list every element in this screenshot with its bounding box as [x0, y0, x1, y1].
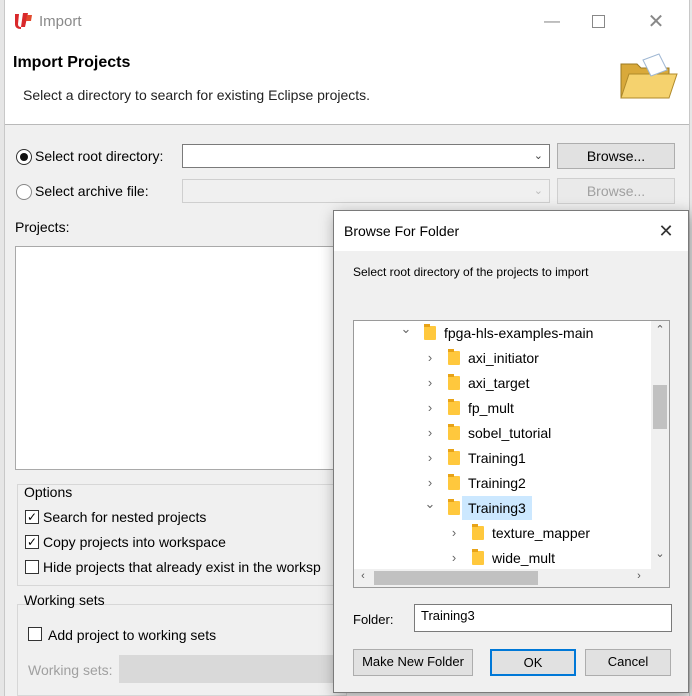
chevron-right-icon[interactable]: › — [424, 346, 436, 370]
archive-file-radio[interactable] — [16, 184, 32, 200]
nested-projects-label: Search for nested projects — [43, 509, 207, 525]
folder-input[interactable]: Training3 — [414, 604, 672, 632]
add-working-sets-checkbox[interactable] — [28, 627, 42, 641]
copy-workspace-checkbox[interactable]: ✓ — [25, 535, 39, 549]
folder-icon — [472, 524, 484, 540]
folder-icon — [448, 424, 460, 440]
chevron-right-icon[interactable]: › — [424, 396, 436, 420]
dialog-instruction: Select root directory of the projects to… — [353, 265, 589, 279]
tree-node-label: fpga-hls-examples-main — [444, 325, 594, 341]
chevron-down-icon: ⌄ — [533, 150, 543, 162]
page-description: Select a directory to search for existin… — [23, 87, 371, 103]
wizard-header: Import Projects Select a directory to se… — [5, 44, 689, 125]
folder-icon — [448, 349, 460, 365]
tree-node[interactable]: › axi_target — [354, 371, 653, 395]
cancel-button[interactable]: Cancel — [585, 649, 671, 676]
tree-node[interactable]: › Training2 — [354, 471, 653, 495]
folder-icon — [448, 399, 460, 415]
tree-node[interactable]: ⌄ Training3 — [354, 496, 653, 520]
archive-file-label: Select archive file: — [35, 183, 149, 199]
close-icon: ✕ — [658, 221, 674, 241]
chevron-right-icon[interactable]: › — [448, 546, 460, 570]
browse-archive-button[interactable]: Browse... — [557, 178, 675, 204]
chevron-right-icon[interactable]: › — [448, 521, 460, 545]
working-sets-title: Working sets — [24, 592, 105, 608]
folder-icon — [448, 374, 460, 390]
window-title: Import — [39, 13, 82, 30]
checkmark-icon: ✓ — [26, 535, 38, 549]
make-new-folder-button[interactable]: Make New Folder — [353, 649, 473, 676]
tree-node-label: texture_mapper — [492, 525, 591, 541]
chevron-left-icon[interactable]: ‹ — [354, 570, 372, 582]
dialog-title-bar: Browse For Folder ✕ — [334, 211, 688, 251]
tree-node[interactable]: › Training1 — [354, 446, 653, 470]
minimize-button[interactable]: — — [529, 8, 575, 36]
folder-icon — [448, 499, 460, 515]
tree-node-label: sobel_tutorial — [468, 425, 552, 441]
chevron-up-icon[interactable]: ⌃ — [651, 323, 669, 336]
archive-file-combo[interactable]: ⌄ — [182, 179, 550, 203]
browse-folder-dialog: Browse For Folder ✕ Select root director… — [333, 210, 689, 693]
horizontal-scroll-thumb[interactable] — [374, 571, 538, 585]
page-title: Import Projects — [13, 54, 131, 71]
chevron-right-icon[interactable]: › — [424, 446, 436, 470]
working-sets-label: Working sets: — [28, 662, 113, 678]
chevron-down-icon[interactable]: ⌄ — [424, 492, 436, 516]
tree-node-label: axi_initiator — [468, 350, 539, 366]
tree-node[interactable]: › texture_mapper — [354, 521, 653, 545]
tree-node[interactable]: › fp_mult — [354, 396, 653, 420]
root-directory-radio[interactable] — [16, 149, 32, 165]
maximize-icon — [591, 15, 605, 29]
tree-node[interactable]: › sobel_tutorial — [354, 421, 653, 445]
tree-node-label: Training1 — [468, 450, 526, 466]
tree-node-label: Training3 — [462, 496, 532, 520]
root-directory-label: Select root directory: — [35, 148, 164, 164]
horizontal-scrollbar[interactable]: ‹ › — [354, 569, 653, 587]
chevron-right-icon[interactable]: › — [424, 371, 436, 395]
tree-node-label: axi_target — [468, 375, 530, 391]
ok-button[interactable]: OK — [490, 649, 576, 676]
eclipse-app-icon — [15, 13, 32, 29]
scroll-corner — [651, 569, 669, 587]
tree-node-label: Training2 — [468, 475, 526, 491]
tree-node[interactable]: › axi_initiator — [354, 346, 653, 370]
checkmark-icon: ✓ — [26, 510, 38, 524]
nested-projects-checkbox[interactable]: ✓ — [25, 510, 39, 524]
chevron-right-icon[interactable]: › — [424, 421, 436, 445]
options-title: Options — [24, 484, 73, 500]
projects-label: Projects: — [15, 219, 70, 235]
tree-node[interactable]: ⌄ fpga-hls-examples-main — [354, 321, 653, 345]
hide-existing-checkbox[interactable] — [25, 560, 39, 574]
maximize-button[interactable] — [575, 8, 621, 36]
folder-icon — [472, 549, 484, 565]
dialog-title: Browse For Folder — [344, 223, 460, 239]
chevron-down-icon[interactable]: ⌄ — [400, 321, 412, 341]
dialog-close-button[interactable]: ✕ — [648, 217, 684, 245]
chevron-down-icon[interactable]: ⌄ — [651, 547, 669, 560]
copy-workspace-label: Copy projects into workspace — [43, 534, 226, 550]
working-sets-combo[interactable] — [119, 655, 339, 683]
close-icon: ✕ — [647, 11, 665, 33]
folder-tree[interactable]: ⌄ fpga-hls-examples-main › axi_initiator › ax… — [353, 320, 670, 588]
title-bar: Import — ✕ — [5, 0, 689, 44]
minimize-icon: — — [544, 13, 560, 30]
add-working-sets-label: Add project to working sets — [48, 627, 217, 643]
browse-root-button[interactable]: Browse... — [557, 143, 675, 169]
hide-existing-label: Hide projects that already exist in the … — [43, 559, 321, 575]
chevron-right-icon[interactable]: › — [630, 570, 648, 582]
projects-list[interactable] — [15, 246, 345, 470]
root-directory-combo[interactable]: ⌄ — [182, 144, 550, 168]
tree-node[interactable]: › wide_mult — [354, 546, 653, 570]
vertical-scrollbar[interactable]: ⌃ ⌄ — [651, 321, 669, 569]
folder-label: Folder: — [353, 612, 394, 627]
close-button[interactable]: ✕ — [633, 8, 679, 36]
folder-icon — [424, 324, 436, 340]
tree-node-label: wide_mult — [492, 550, 556, 566]
chevron-down-icon: ⌄ — [533, 185, 543, 197]
vertical-scroll-thumb[interactable] — [653, 385, 667, 429]
folder-icon — [448, 474, 460, 490]
folder-icon — [448, 449, 460, 465]
tree-node-label: fp_mult — [468, 400, 514, 416]
open-folder-icon — [620, 53, 678, 99]
